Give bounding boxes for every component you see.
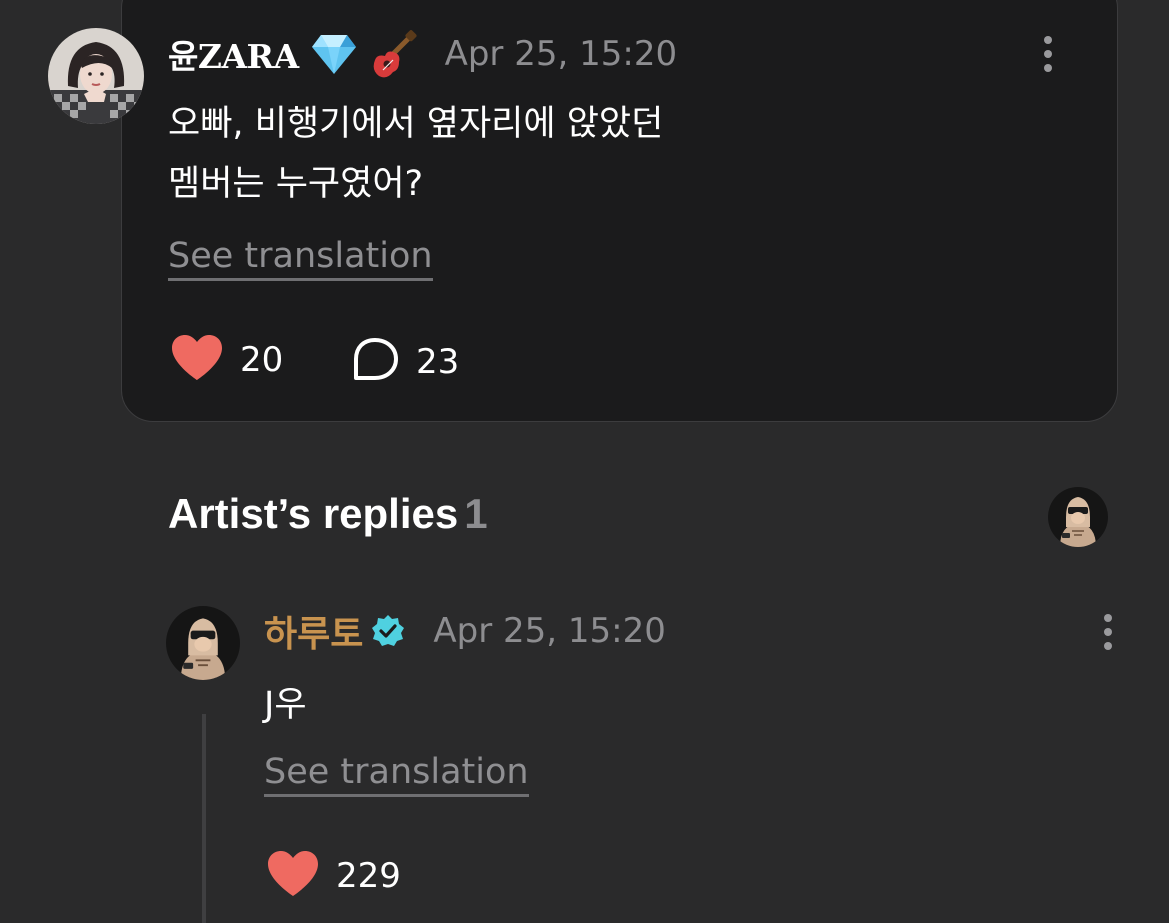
reply-thread-line — [202, 714, 206, 923]
post-text: 오빠, 비행기에서 옆자리에 앉았던 멤버는 누구였어? — [168, 94, 868, 214]
reply-like-button[interactable]: 229 — [266, 850, 401, 902]
post-more-options-icon[interactable] — [1044, 36, 1052, 72]
post-text-line: 오빠, 비행기에서 옆자리에 앉았던 — [168, 104, 664, 144]
post-comment-button[interactable]: 23 — [350, 336, 459, 388]
post-author-row: 윤ZARA Apr 25, 15:20 — [168, 28, 677, 80]
reply-author-row: 하루토 Apr 25, 15:20 — [264, 606, 666, 656]
gem-icon — [311, 33, 357, 75]
author-avatar[interactable] — [48, 28, 144, 124]
reply-like-count: 229 — [336, 856, 401, 896]
post-text-line: 멤버는 누구였어? — [168, 164, 424, 204]
verified-badge-icon — [371, 614, 405, 648]
artist-header-avatar[interactable] — [1048, 487, 1108, 547]
post-comment-count: 23 — [416, 342, 460, 382]
artist-replies-count: 1 — [464, 490, 488, 537]
guitar-icon — [369, 30, 417, 78]
heart-icon — [170, 334, 224, 386]
post-timestamp: Apr 25, 15:20 — [444, 34, 678, 74]
reply-timestamp: Apr 25, 15:20 — [433, 611, 666, 651]
post-like-button[interactable]: 20 — [170, 334, 283, 386]
app-screen: 윤ZARA Apr 25, 15:20 오빠, 비행기에서 옆자리에 앉았던 멤… — [0, 0, 1169, 923]
post-see-translation-link[interactable]: See translation — [168, 236, 433, 281]
reply-see-translation-link[interactable]: See translation — [264, 752, 529, 797]
heart-icon — [266, 850, 320, 902]
artist-replies-header: Artist’s replies 1 — [168, 490, 488, 538]
artist-replies-label: Artist’s replies — [168, 490, 459, 537]
reply-more-options-icon[interactable] — [1104, 614, 1112, 650]
post-like-count: 20 — [240, 340, 284, 380]
reply-text: J우 — [264, 685, 307, 725]
reply-author-name[interactable]: 하루토 — [264, 605, 363, 657]
comment-bubble-icon — [350, 336, 400, 388]
post-author-name[interactable]: 윤ZARA — [168, 30, 299, 78]
artist-avatar[interactable] — [166, 606, 240, 680]
